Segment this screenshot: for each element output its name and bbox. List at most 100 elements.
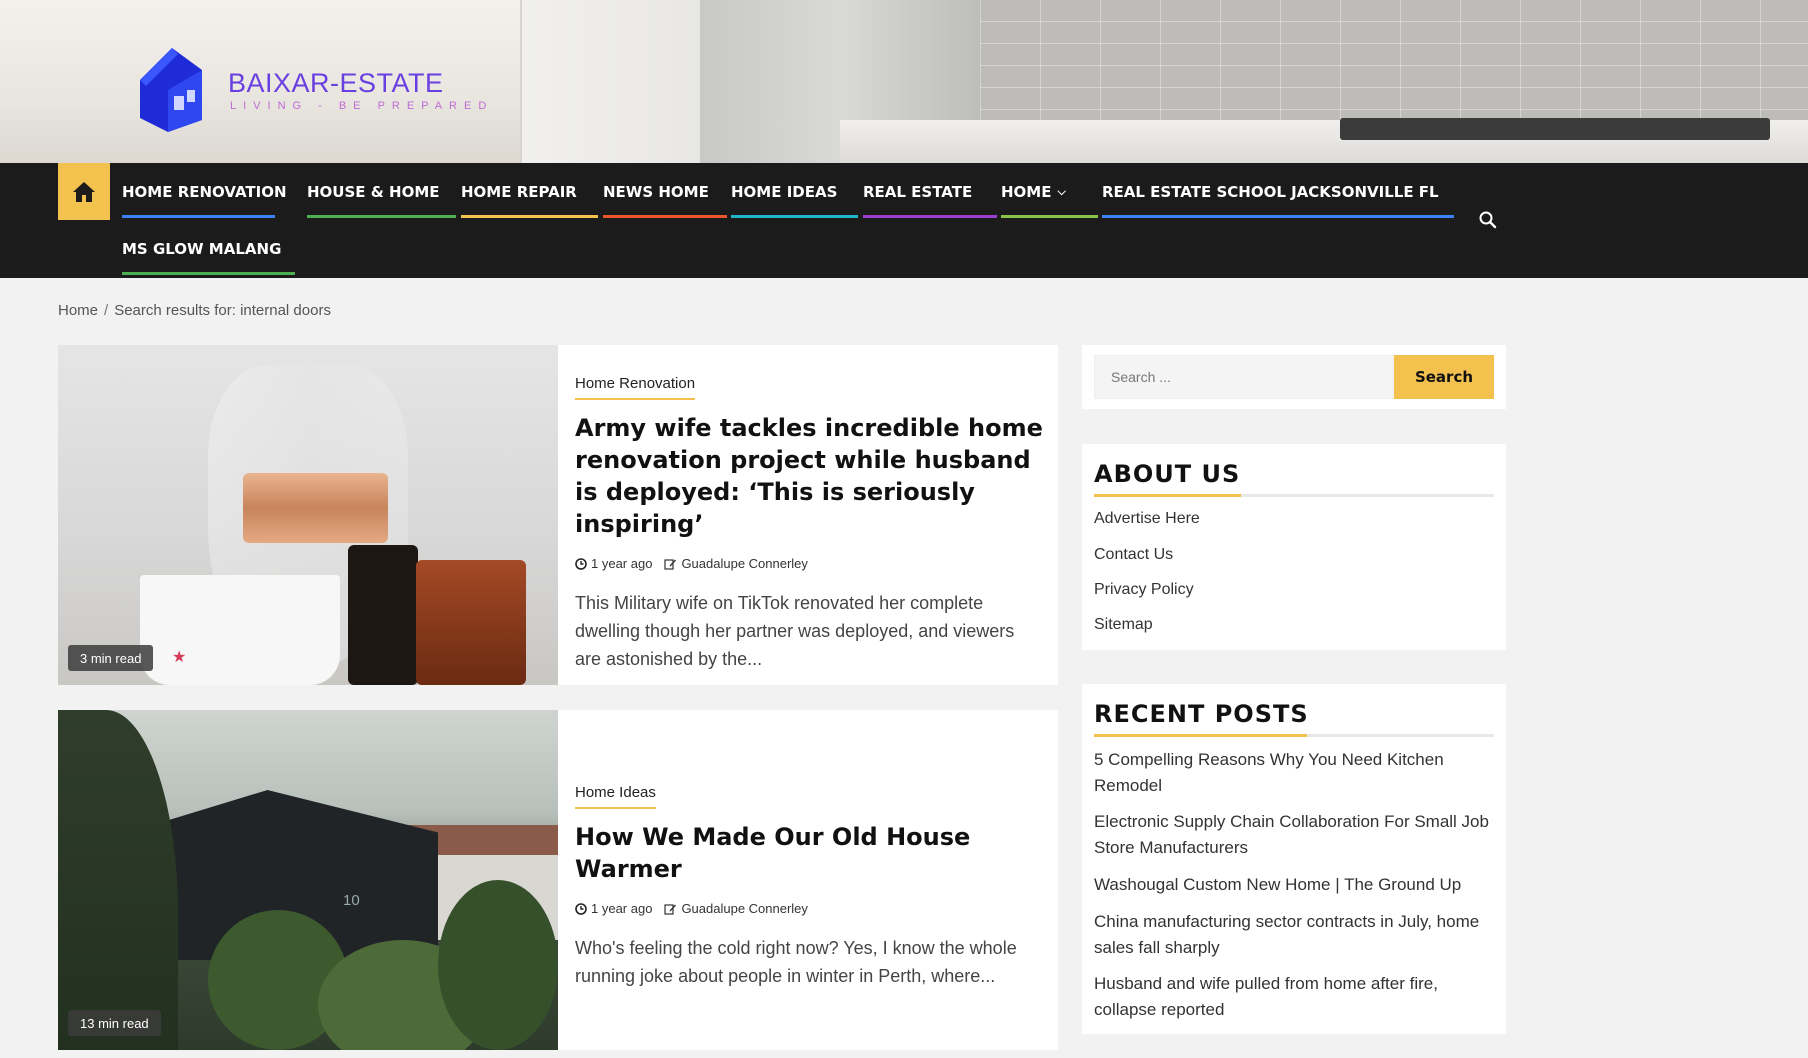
post-category[interactable]: Home Ideas [575, 784, 656, 809]
breadcrumb-current: Search results for: internal doors [114, 302, 331, 319]
post-meta: 1 year ago Guadalupe Connerley [575, 901, 1045, 916]
search-button[interactable]: Search [1394, 355, 1494, 399]
nav-label: HOME IDEAS [731, 182, 838, 201]
post-card: 10 13 min read Home Ideas How We Made Ou… [58, 710, 1058, 1050]
recent-post-link[interactable]: Washougal Custom New Home | The Ground U… [1094, 872, 1494, 898]
banner-stove [1340, 118, 1770, 140]
nav-label: HOME REPAIR [461, 182, 577, 201]
breadcrumb: Home / Search results for: internal doors [58, 302, 331, 319]
search-widget: Search ... Search [1082, 345, 1506, 409]
thumbnail-bush [438, 880, 558, 1050]
recent-post-link[interactable]: China manufacturing sector contracts in … [1094, 909, 1494, 961]
post-time-text: 1 year ago [591, 556, 653, 571]
nav-item-home-renovation[interactable]: HOME RENOVATION [122, 163, 287, 220]
post-thumbnail[interactable]: 10 13 min read [58, 710, 558, 1050]
edit-icon [664, 558, 677, 570]
nav-item-home-repair[interactable]: HOME REPAIR [461, 163, 598, 220]
about-widget: ABOUT US Advertise Here Contact Us Priva… [1082, 444, 1506, 650]
search-input[interactable]: Search ... [1094, 355, 1394, 399]
chevron-down-icon: ⌵ [1057, 184, 1066, 198]
post-excerpt: Who's feeling the cold right now? Yes, I… [575, 938, 1017, 986]
post-author[interactable]: Guadalupe Connerley [664, 556, 808, 571]
breadcrumb-home-link[interactable]: Home [58, 302, 98, 319]
post-author-name: Guadalupe Connerley [681, 901, 808, 916]
recent-post-link[interactable]: Electronic Supply Chain Collaboration Fo… [1094, 809, 1494, 861]
banner-door [520, 0, 700, 163]
recent-post-link[interactable]: Husband and wife pulled from home after … [1094, 971, 1494, 1023]
search-icon[interactable] [1478, 210, 1498, 230]
about-link-privacy[interactable]: Privacy Policy [1094, 581, 1194, 599]
widget-title: ABOUT US [1094, 460, 1241, 488]
post-author-name: Guadalupe Connerley [681, 556, 808, 571]
breadcrumb-separator: / [104, 302, 109, 319]
site-logo[interactable]: BAIXAR-ESTATE LIVING - BE PREPARED [132, 40, 486, 135]
nav-label: NEWS HOME [603, 182, 709, 201]
about-link-contact[interactable]: Contact Us [1094, 546, 1173, 564]
header-banner: BAIXAR-ESTATE LIVING - BE PREPARED [0, 0, 1808, 163]
home-icon [73, 181, 95, 202]
read-time-badge: 3 min read [68, 645, 154, 671]
nav-underline [122, 272, 295, 275]
recent-post-link[interactable]: 5 Compelling Reasons Why You Need Kitche… [1094, 747, 1494, 799]
thumbnail-band [243, 473, 388, 543]
widget-title: RECENT POSTS [1094, 700, 1309, 728]
post-thumbnail[interactable]: 3 min read ★ [58, 345, 558, 685]
house-number: 10 [343, 892, 360, 909]
home-nav-button[interactable] [58, 163, 110, 220]
nav-label: HOME [1001, 182, 1052, 201]
clock-icon [575, 902, 587, 915]
edit-icon [664, 903, 677, 915]
nav-underline [122, 215, 275, 218]
nav-label: REAL ESTATE [863, 182, 973, 201]
post-body: Home Renovation Army wife tackles incred… [575, 375, 1045, 673]
post-card: 3 min read ★ Home Renovation Army wife t… [58, 345, 1058, 685]
site-name: BAIXAR-ESTATE [228, 68, 444, 98]
about-link-advertise[interactable]: Advertise Here [1094, 510, 1200, 528]
nav-underline [731, 215, 858, 218]
nav-label: HOUSE & HOME [307, 182, 440, 201]
nav-underline [1001, 215, 1098, 218]
read-time-badge: 13 min read [68, 1010, 161, 1036]
post-time: 1 year ago [575, 901, 652, 916]
thumbnail-candle [416, 560, 526, 685]
post-time: 1 year ago [575, 556, 652, 571]
widget-divider [1094, 494, 1494, 497]
thumbnail-cup [140, 575, 340, 685]
widget-divider-accent [1094, 494, 1241, 497]
nav-label: MS GLOW MALANG [122, 239, 282, 258]
recent-posts-widget: RECENT POSTS 5 Compelling Reasons Why Yo… [1082, 684, 1506, 1034]
nav-item-news-home[interactable]: NEWS HOME [603, 163, 727, 220]
content-area: Home / Search results for: internal doors … [0, 278, 1808, 1058]
post-title[interactable]: How We Made Our Old House Warmer [575, 821, 1045, 885]
main-navigation: HOME RENOVATION HOUSE & HOME HOME REPAIR… [0, 163, 1808, 278]
widget-divider-accent [1094, 734, 1307, 737]
post-excerpt: This Military wife on TikTok renovated h… [575, 593, 1015, 669]
house-logo-icon [140, 48, 202, 132]
nav-item-real-estate-school[interactable]: REAL ESTATE SCHOOL JACKSONVILLE FL [1102, 163, 1454, 220]
site-tagline: LIVING - BE PREPARED [230, 100, 494, 112]
nav-item-ms-glow-malang[interactable]: MS GLOW MALANG [122, 220, 295, 277]
nav-underline [461, 215, 598, 218]
nav-item-house-home[interactable]: HOUSE & HOME [307, 163, 456, 220]
post-time-text: 1 year ago [591, 901, 653, 916]
nav-item-home-dropdown[interactable]: HOME ⌵ [1001, 163, 1098, 220]
thumbnail-tree [58, 710, 178, 1050]
nav-item-home-ideas[interactable]: HOME IDEAS [731, 163, 858, 220]
banner-tiles [980, 0, 1808, 120]
nav-label: REAL ESTATE SCHOOL JACKSONVILLE FL [1102, 182, 1439, 201]
nav-underline [603, 215, 727, 218]
about-link-sitemap[interactable]: Sitemap [1094, 616, 1153, 634]
widget-divider [1094, 734, 1494, 737]
nav-label: HOME RENOVATION [122, 182, 287, 201]
nav-item-real-estate[interactable]: REAL ESTATE [863, 163, 997, 220]
post-category[interactable]: Home Renovation [575, 375, 696, 400]
nav-underline [1102, 215, 1454, 218]
clock-icon [575, 557, 587, 570]
post-meta: 1 year ago Guadalupe Connerley [575, 556, 1045, 571]
post-title[interactable]: Army wife tackles incredible home renova… [575, 412, 1045, 540]
post-body: Home Ideas How We Made Our Old House War… [575, 784, 1045, 990]
thumbnail-shape [348, 545, 418, 685]
nav-underline [307, 215, 456, 218]
post-author[interactable]: Guadalupe Connerley [664, 901, 808, 916]
nav-underline [863, 215, 997, 218]
